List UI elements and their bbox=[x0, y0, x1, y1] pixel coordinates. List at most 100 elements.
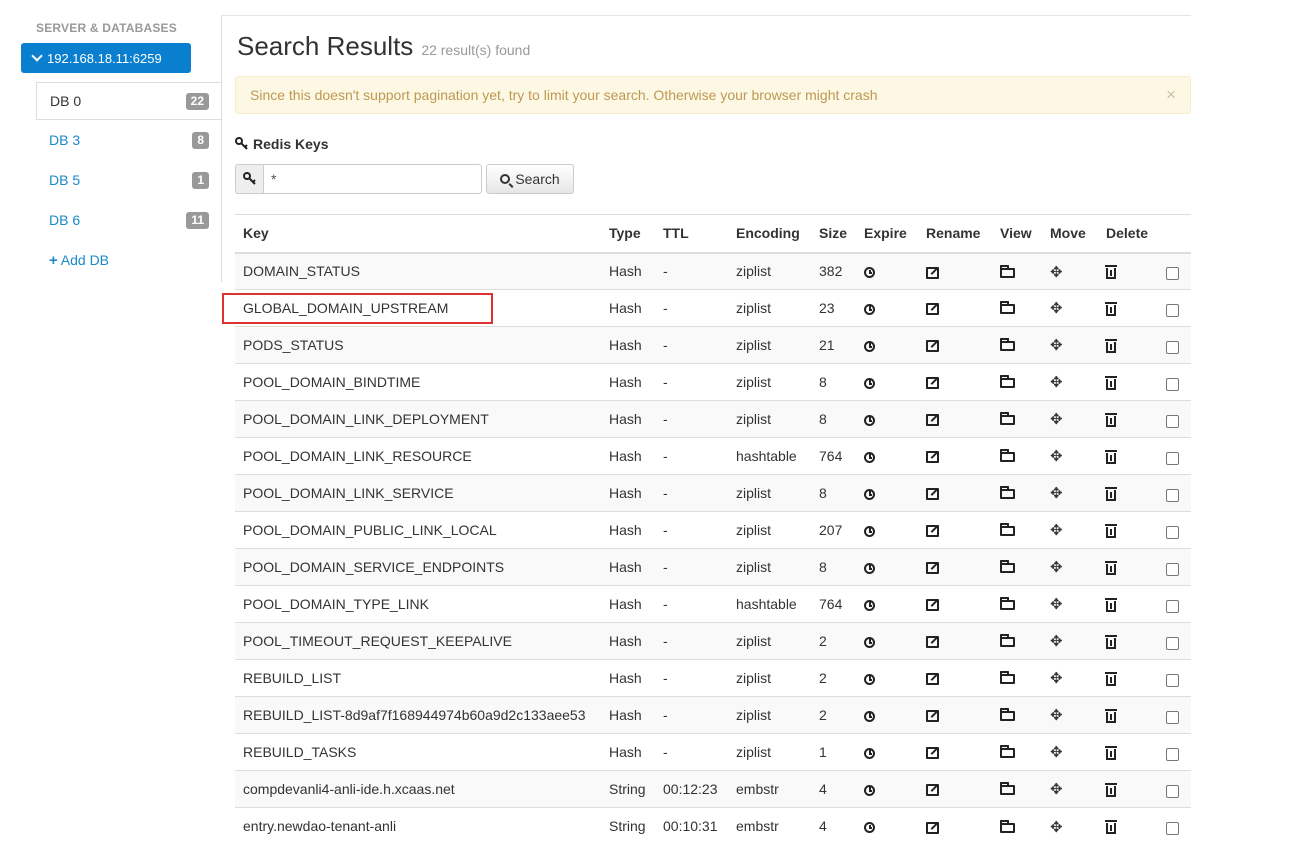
row-checkbox[interactable] bbox=[1166, 747, 1179, 761]
move-icon[interactable]: ✥ bbox=[1050, 671, 1063, 686]
move-icon[interactable]: ✥ bbox=[1050, 301, 1063, 316]
edit-icon[interactable] bbox=[926, 303, 939, 316]
view-action[interactable] bbox=[992, 585, 1042, 623]
delete-action[interactable] bbox=[1098, 326, 1158, 364]
move-action[interactable]: ✥ bbox=[1042, 326, 1098, 364]
view-action[interactable] bbox=[992, 733, 1042, 771]
row-checkbox[interactable] bbox=[1166, 303, 1179, 317]
rename-action[interactable] bbox=[918, 733, 992, 771]
row-checkbox[interactable] bbox=[1166, 784, 1179, 798]
rename-action[interactable] bbox=[918, 585, 992, 623]
view-action[interactable] bbox=[992, 622, 1042, 660]
folder-open-icon[interactable] bbox=[1000, 264, 1015, 278]
move-icon[interactable]: ✥ bbox=[1050, 820, 1063, 835]
folder-open-icon[interactable] bbox=[1000, 634, 1015, 648]
clock-icon[interactable] bbox=[864, 784, 875, 796]
move-action[interactable]: ✥ bbox=[1042, 400, 1098, 438]
rename-action[interactable] bbox=[918, 770, 992, 808]
row-checkbox[interactable] bbox=[1166, 414, 1179, 428]
trash-icon[interactable] bbox=[1105, 782, 1117, 797]
move-icon[interactable]: ✥ bbox=[1050, 523, 1063, 538]
move-icon[interactable]: ✥ bbox=[1050, 338, 1063, 353]
rename-action[interactable] bbox=[918, 622, 992, 660]
delete-action[interactable] bbox=[1098, 696, 1158, 734]
delete-action[interactable] bbox=[1098, 770, 1158, 808]
trash-icon[interactable] bbox=[1105, 486, 1117, 501]
rename-action[interactable] bbox=[918, 659, 992, 697]
view-action[interactable] bbox=[992, 252, 1042, 290]
move-action[interactable]: ✥ bbox=[1042, 622, 1098, 660]
expire-action[interactable] bbox=[856, 659, 918, 697]
view-action[interactable] bbox=[992, 437, 1042, 475]
move-action[interactable]: ✥ bbox=[1042, 548, 1098, 586]
view-action[interactable] bbox=[992, 770, 1042, 808]
trash-icon[interactable] bbox=[1105, 560, 1117, 575]
move-action[interactable]: ✥ bbox=[1042, 807, 1098, 845]
rename-action[interactable] bbox=[918, 511, 992, 549]
row-checkbox[interactable] bbox=[1166, 562, 1179, 576]
expire-action[interactable] bbox=[856, 363, 918, 401]
rename-action[interactable] bbox=[918, 326, 992, 364]
move-action[interactable]: ✥ bbox=[1042, 474, 1098, 512]
delete-action[interactable] bbox=[1098, 622, 1158, 660]
expire-action[interactable] bbox=[856, 437, 918, 475]
edit-icon[interactable] bbox=[926, 747, 939, 760]
folder-open-icon[interactable] bbox=[1000, 671, 1015, 685]
row-checkbox[interactable] bbox=[1166, 340, 1179, 354]
rename-action[interactable] bbox=[918, 400, 992, 438]
trash-icon[interactable] bbox=[1105, 375, 1117, 390]
trash-icon[interactable] bbox=[1105, 634, 1117, 649]
expire-action[interactable] bbox=[856, 474, 918, 512]
clock-icon[interactable] bbox=[864, 267, 875, 279]
folder-open-icon[interactable] bbox=[1000, 782, 1015, 796]
delete-action[interactable] bbox=[1098, 511, 1158, 549]
edit-icon[interactable] bbox=[926, 636, 939, 649]
expire-action[interactable] bbox=[856, 807, 918, 845]
clock-icon[interactable] bbox=[864, 673, 875, 685]
row-checkbox[interactable] bbox=[1166, 710, 1179, 724]
move-icon[interactable]: ✥ bbox=[1050, 560, 1063, 575]
rename-action[interactable] bbox=[918, 289, 992, 327]
move-action[interactable]: ✥ bbox=[1042, 289, 1098, 327]
expire-action[interactable] bbox=[856, 696, 918, 734]
folder-open-icon[interactable] bbox=[1000, 819, 1015, 833]
server-button[interactable]: 192.168.18.11:6259 bbox=[21, 43, 191, 73]
move-icon[interactable]: ✥ bbox=[1050, 782, 1063, 797]
rename-action[interactable] bbox=[918, 548, 992, 586]
search-input[interactable] bbox=[263, 164, 482, 194]
close-icon[interactable]: × bbox=[1166, 85, 1176, 105]
add-db-link[interactable]: + Add DB bbox=[36, 240, 222, 280]
clock-icon[interactable] bbox=[864, 451, 875, 463]
edit-icon[interactable] bbox=[926, 377, 939, 390]
row-checkbox[interactable] bbox=[1166, 377, 1179, 391]
clock-icon[interactable] bbox=[864, 488, 875, 500]
rename-action[interactable] bbox=[918, 437, 992, 475]
edit-icon[interactable] bbox=[926, 451, 939, 464]
delete-action[interactable] bbox=[1098, 659, 1158, 697]
expire-action[interactable] bbox=[856, 252, 918, 290]
view-action[interactable] bbox=[992, 548, 1042, 586]
row-checkbox[interactable] bbox=[1166, 636, 1179, 650]
move-icon[interactable]: ✥ bbox=[1050, 486, 1063, 501]
clock-icon[interactable] bbox=[864, 377, 875, 389]
move-icon[interactable]: ✥ bbox=[1050, 449, 1063, 464]
clock-icon[interactable] bbox=[864, 562, 875, 574]
delete-action[interactable] bbox=[1098, 363, 1158, 401]
sidebar-item-db-6[interactable]: DB 6 11 bbox=[36, 200, 222, 240]
view-action[interactable] bbox=[992, 363, 1042, 401]
sidebar-item-db-0[interactable]: DB 0 22 bbox=[36, 82, 222, 120]
clock-icon[interactable] bbox=[864, 340, 875, 352]
view-action[interactable] bbox=[992, 696, 1042, 734]
clock-icon[interactable] bbox=[864, 747, 875, 759]
rename-action[interactable] bbox=[918, 696, 992, 734]
sidebar-item-db-3[interactable]: DB 3 8 bbox=[36, 120, 222, 160]
trash-icon[interactable] bbox=[1105, 820, 1117, 835]
delete-action[interactable] bbox=[1098, 437, 1158, 475]
view-action[interactable] bbox=[992, 289, 1042, 327]
expire-action[interactable] bbox=[856, 511, 918, 549]
move-icon[interactable]: ✥ bbox=[1050, 375, 1063, 390]
delete-action[interactable] bbox=[1098, 289, 1158, 327]
move-icon[interactable]: ✥ bbox=[1050, 597, 1063, 612]
expire-action[interactable] bbox=[856, 289, 918, 327]
delete-action[interactable] bbox=[1098, 548, 1158, 586]
